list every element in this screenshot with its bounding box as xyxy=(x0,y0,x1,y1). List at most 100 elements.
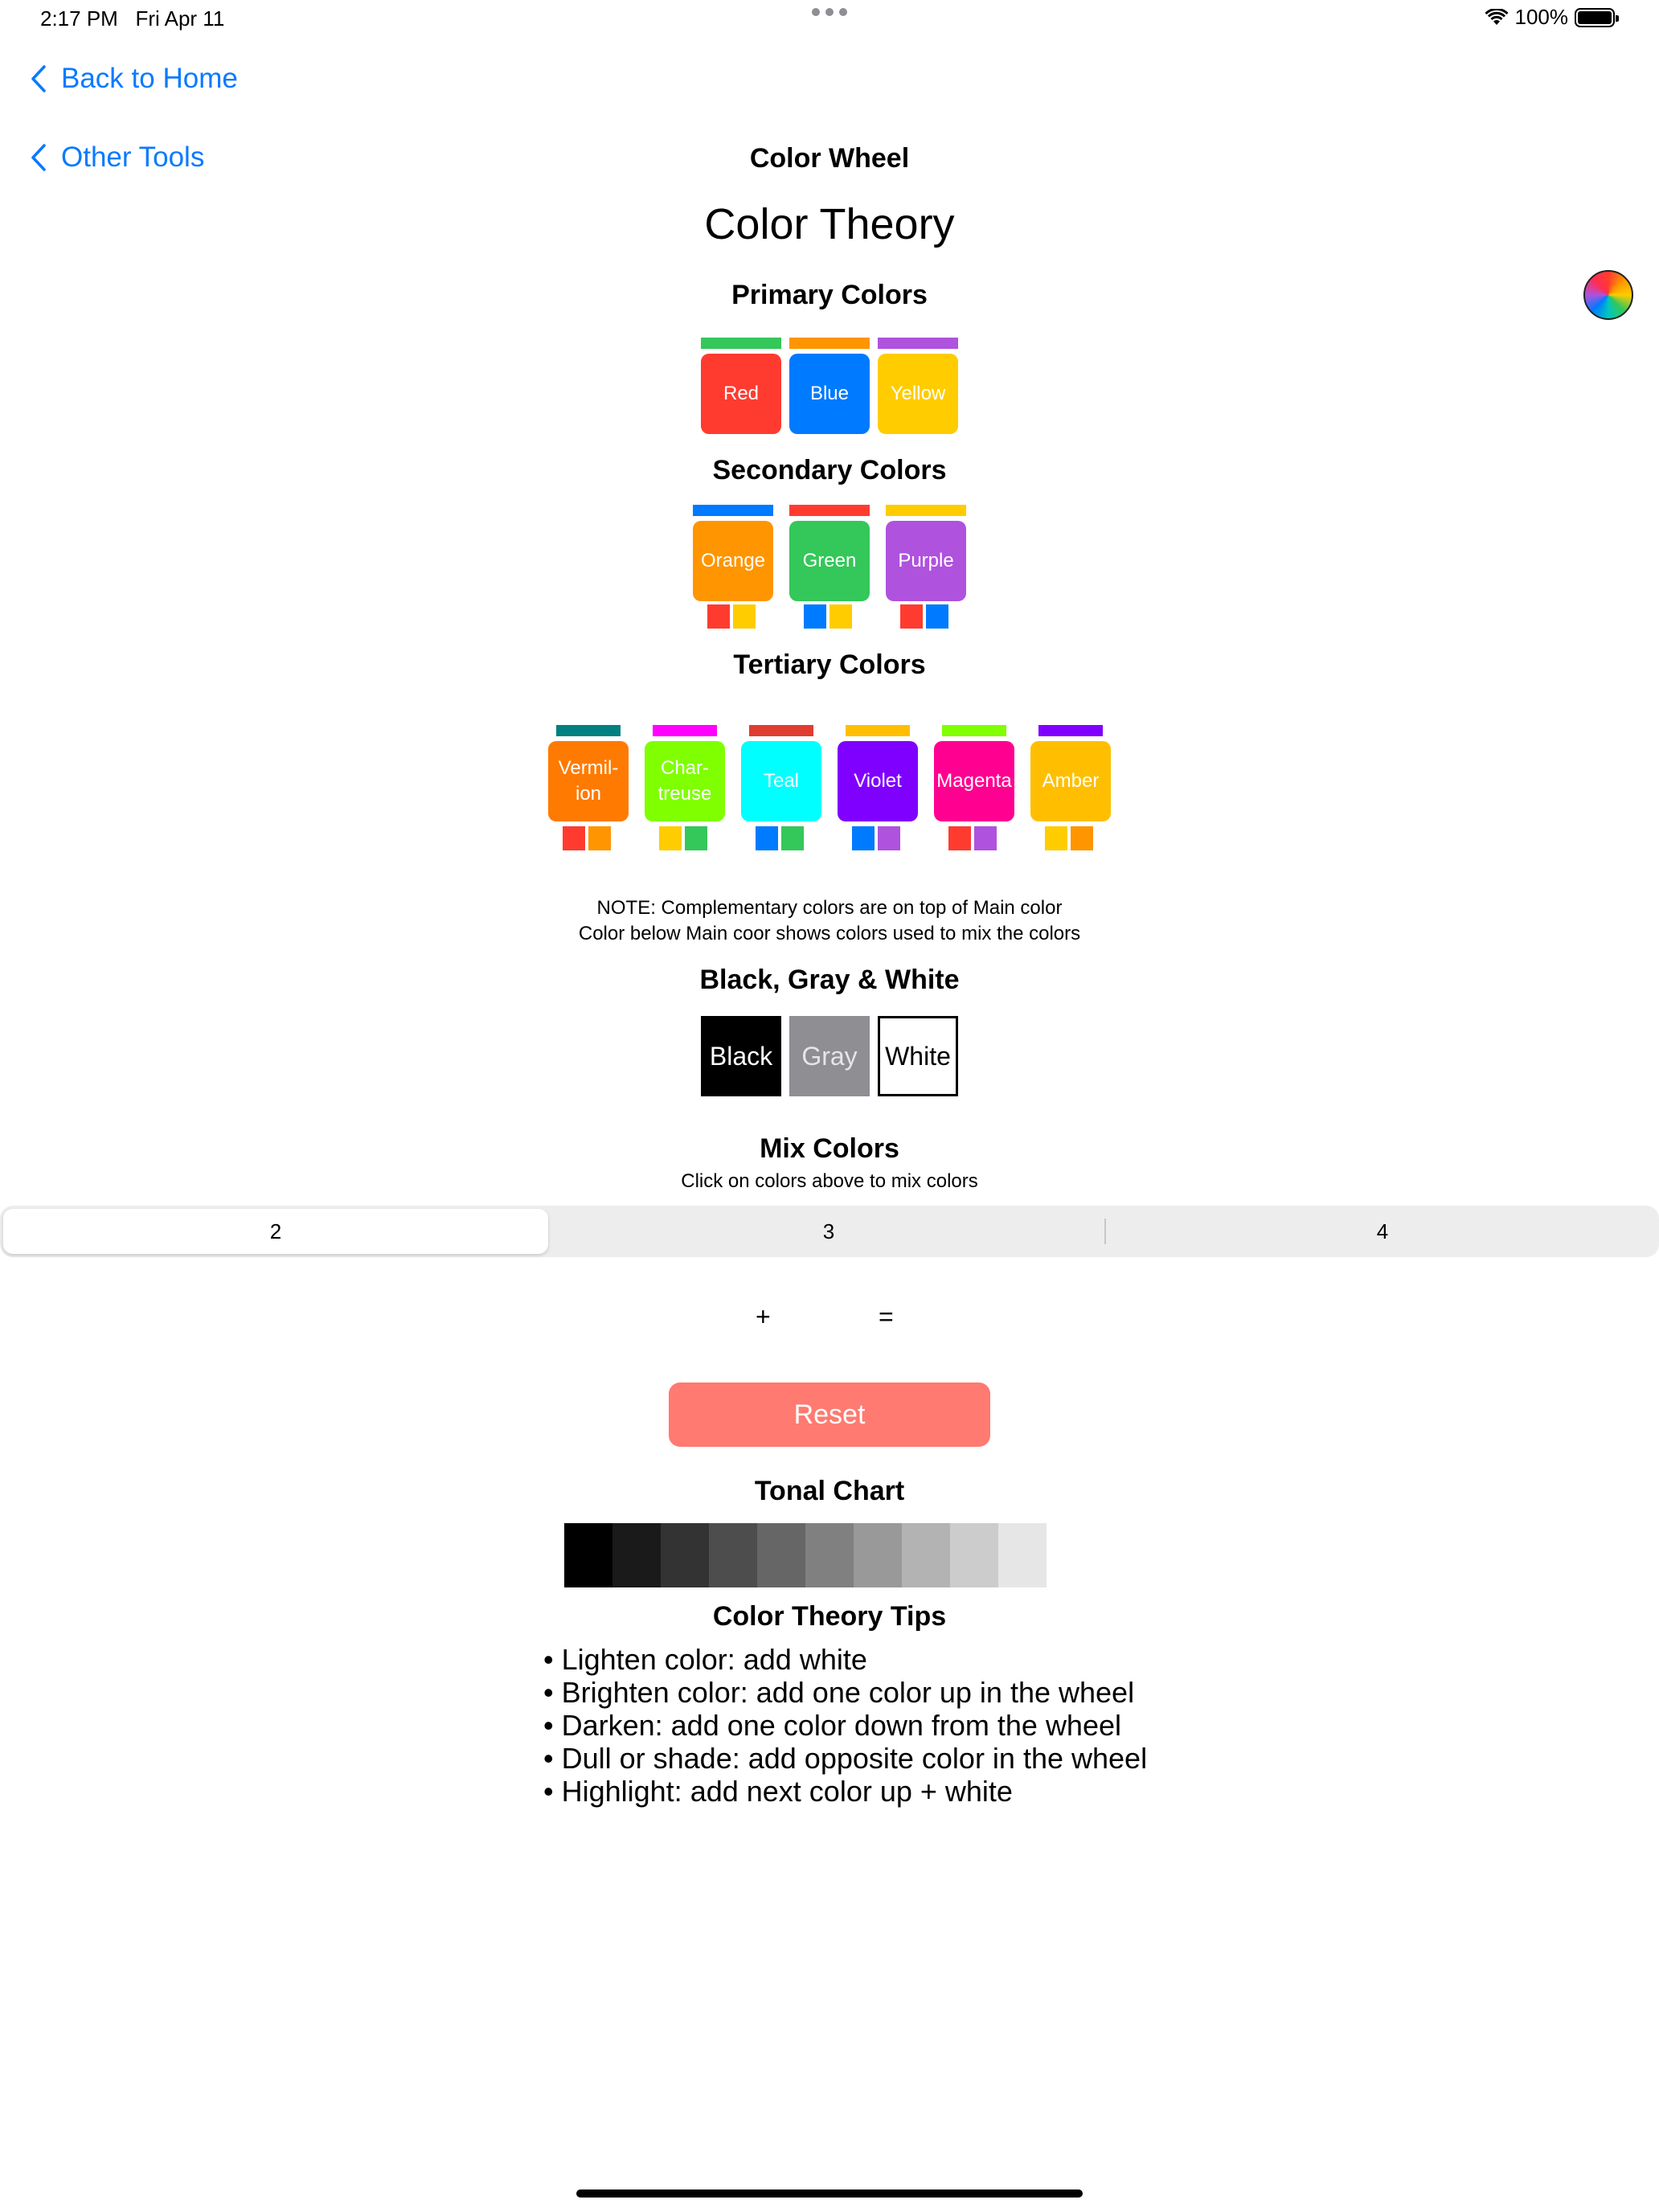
swatch-label-line: Violet xyxy=(854,770,902,792)
tertiary-swatch-teal[interactable]: Teal xyxy=(741,741,821,821)
tip-item: • Dull or shade: add opposite color in t… xyxy=(543,1742,1148,1775)
mix-count-segmented-control: 2 3 4 xyxy=(0,1206,1659,1257)
page-title: Color Theory xyxy=(704,200,955,248)
complement-bar xyxy=(789,338,870,349)
mix-source-swatch xyxy=(1045,826,1067,850)
segment-4[interactable]: 4 xyxy=(1106,1206,1659,1257)
tonal-chart-title: Tonal Chart xyxy=(754,1476,905,1506)
tips-list: • Lighten color: add white • Brighten co… xyxy=(543,1643,1147,1808)
multitasking-dots-icon[interactable] xyxy=(812,8,847,19)
complement-bar xyxy=(701,338,781,349)
tonal-step xyxy=(998,1523,1047,1587)
secondary-colors-title: Secondary Colors xyxy=(712,455,947,485)
mix-source-swatch xyxy=(659,826,682,850)
status-date-text: Fri Apr 11 xyxy=(135,6,225,31)
home-indicator[interactable] xyxy=(576,2189,1083,2198)
mix-source-swatch xyxy=(756,826,778,850)
tertiary-swatch-violet[interactable]: Violet xyxy=(838,741,918,821)
tonal-step xyxy=(805,1523,854,1587)
mix-source-swatch xyxy=(588,826,611,850)
mix-colors-subtitle: Click on colors above to mix colors xyxy=(681,1170,978,1192)
mix-source-swatch xyxy=(974,826,997,850)
white-swatch[interactable]: White xyxy=(878,1016,958,1096)
tertiary-swatch-magenta[interactable]: Magenta xyxy=(934,741,1014,821)
back-to-home-link[interactable]: Back to Home xyxy=(31,63,238,95)
tonal-step xyxy=(757,1523,805,1587)
back-to-home-label: Back to Home xyxy=(61,63,238,94)
tip-item: • Lighten color: add white xyxy=(543,1643,867,1676)
segment-3[interactable]: 3 xyxy=(551,1206,1106,1257)
status-time: 2:17 PM Fri Apr 11 xyxy=(40,6,224,31)
primary-colors-title: Primary Colors xyxy=(731,280,928,310)
mix-source-swatch xyxy=(707,604,730,629)
tip-item: • Darken: add one color down from the wh… xyxy=(543,1709,1121,1742)
tips-title: Color Theory Tips xyxy=(712,1601,947,1632)
reset-button[interactable]: Reset xyxy=(669,1382,990,1447)
segment-2[interactable]: 2 xyxy=(0,1206,551,1257)
tertiary-colors-title: Tertiary Colors xyxy=(733,649,926,680)
note-line-2: Color below Main coor shows colors used … xyxy=(578,923,1081,944)
gray-swatch[interactable]: Gray xyxy=(789,1016,870,1096)
mix-source-swatch xyxy=(804,604,826,629)
mix-source-swatch xyxy=(733,604,756,629)
status-right: 100% xyxy=(1484,5,1619,30)
complement-bar xyxy=(1038,725,1103,736)
chevron-left-icon xyxy=(31,65,46,92)
complement-bar xyxy=(556,725,621,736)
mix-source-swatch xyxy=(781,826,804,850)
mix-source-swatch xyxy=(852,826,875,850)
mix-source-swatch xyxy=(685,826,707,850)
tip-item: • Highlight: add next color up + white xyxy=(543,1775,1013,1808)
complement-bar xyxy=(846,725,910,736)
tertiary-swatch-amber[interactable]: Amber xyxy=(1030,741,1111,821)
mix-colors-title: Mix Colors xyxy=(760,1133,899,1164)
secondary-swatch-orange[interactable]: Orange xyxy=(693,521,773,601)
complement-bar xyxy=(653,725,717,736)
swatch-label-line: Vermil- xyxy=(558,757,619,779)
battery-icon xyxy=(1575,7,1619,27)
mix-source-swatch xyxy=(563,826,585,850)
tip-item: • Brighten color: add one color up in th… xyxy=(543,1676,1135,1709)
tonal-step xyxy=(661,1523,709,1587)
primary-swatch-red[interactable]: Red xyxy=(701,354,781,434)
complement-bar xyxy=(886,505,966,516)
mix-plus-sign: + xyxy=(756,1302,771,1331)
primary-swatch-yellow[interactable]: Yellow xyxy=(878,354,958,434)
bgw-title: Black, Gray & White xyxy=(699,965,960,995)
complement-bar xyxy=(693,505,773,516)
secondary-swatch-purple[interactable]: Purple xyxy=(886,521,966,601)
note-text: NOTE: Complementary colors are on top of… xyxy=(0,895,1659,947)
mix-source-swatch xyxy=(1071,826,1093,850)
complement-bar xyxy=(878,338,958,349)
tonal-step xyxy=(564,1523,612,1587)
tonal-step xyxy=(854,1523,902,1587)
swatch-label-line: Char- xyxy=(660,757,709,779)
battery-percent: 100% xyxy=(1514,5,1569,29)
mix-source-swatch xyxy=(830,604,852,629)
tonal-step xyxy=(902,1523,950,1587)
tertiary-swatch-vermilion[interactable]: Vermil-ion xyxy=(548,741,629,821)
mix-equals-sign: = xyxy=(879,1302,894,1331)
swatch-label-line: Amber xyxy=(1042,770,1100,792)
swatch-label-line: treuse xyxy=(657,783,712,805)
swatch-label-line: Magenta xyxy=(936,770,1012,792)
tonal-step xyxy=(950,1523,998,1587)
mix-source-swatch xyxy=(948,826,971,850)
complement-bar xyxy=(789,505,870,516)
status-time-text: 2:17 PM xyxy=(40,6,118,31)
mix-source-swatch xyxy=(900,604,923,629)
swatch-label-line: Teal xyxy=(763,770,800,792)
tertiary-swatch-chartreuse[interactable]: Char-treuse xyxy=(645,741,725,821)
nav-title: Color Wheel xyxy=(749,143,910,174)
tonal-step xyxy=(612,1523,661,1587)
tonal-step xyxy=(709,1523,757,1587)
mix-source-swatch xyxy=(878,826,900,850)
complement-bar xyxy=(749,725,813,736)
mix-source-swatch xyxy=(926,604,948,629)
black-swatch[interactable]: Black xyxy=(701,1016,781,1096)
note-line-1: NOTE: Complementary colors are on top of… xyxy=(596,897,1063,919)
complement-bar xyxy=(942,725,1006,736)
secondary-swatch-green[interactable]: Green xyxy=(789,521,870,601)
primary-swatch-blue[interactable]: Blue xyxy=(789,354,870,434)
swatch-label-line: ion xyxy=(575,783,602,805)
